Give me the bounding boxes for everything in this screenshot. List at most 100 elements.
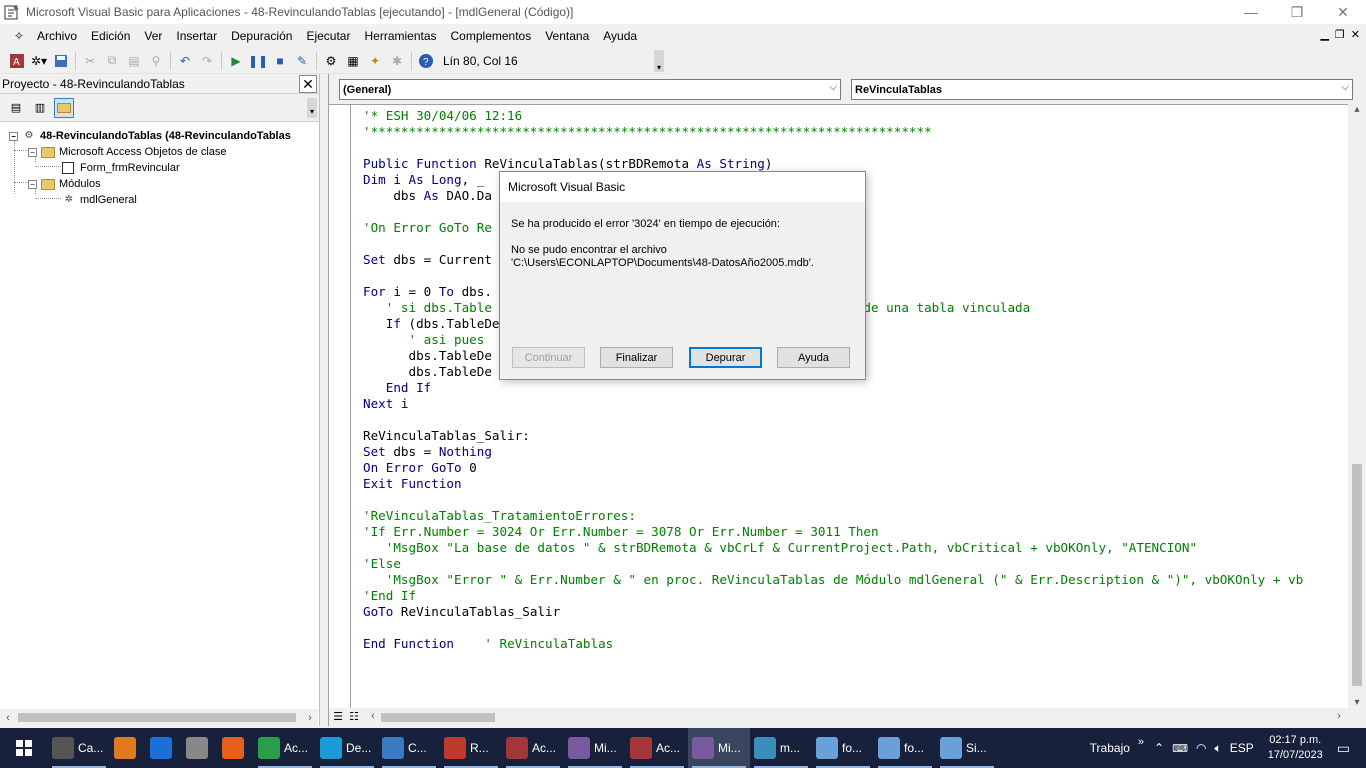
scroll-left-icon[interactable]: ‹ [0, 712, 16, 724]
code-line[interactable]: 'MsgBox "Error " & Err.Number & " en pro… [363, 572, 1303, 588]
menu-ejecutar[interactable]: Ejecutar [299, 29, 357, 43]
menu-complementos[interactable]: Complementos [444, 29, 539, 43]
tree-item-module[interactable]: ✲ mdlGeneral [62, 192, 137, 208]
tree-item-form[interactable]: Form_frmRevincular [62, 160, 180, 176]
taskbar-item[interactable]: Si... [936, 728, 998, 768]
code-line[interactable]: ReVinculaTablas_Salir: [363, 428, 530, 444]
project-close-button[interactable]: ✕ [299, 75, 317, 93]
close-button[interactable]: ✕ [1320, 0, 1366, 24]
vba-menu-icon[interactable]: ✧ [8, 25, 30, 47]
code-margin[interactable] [329, 105, 351, 708]
save-icon[interactable] [50, 50, 72, 72]
mdi-restore-button[interactable]: ❐ [1335, 28, 1345, 41]
full-module-view-icon[interactable]: ☷ [347, 710, 361, 724]
code-hscrollbar[interactable]: ☰ ☷ ‹ › [329, 708, 1366, 726]
code-line[interactable]: 'If Err.Number = 3024 Or Err.Number = 30… [363, 524, 879, 540]
code-line[interactable]: Set dbs = Current [363, 252, 492, 268]
code-line[interactable]: dbs.TableDe [363, 364, 491, 380]
taskbar-item[interactable]: Ac... [626, 728, 688, 768]
code-line[interactable]: GoTo ReVinculaTablas_Salir [363, 604, 560, 620]
taskbar-item[interactable]: De... [316, 728, 378, 768]
volume-icon[interactable]: 🔈︎ [1214, 741, 1221, 756]
mdi-minimize-button[interactable]: ▁ [1320, 28, 1328, 41]
scroll-thumb[interactable] [381, 713, 495, 722]
code-line[interactable]: 'ReVinculaTablas_TratamientoErrores: [363, 508, 636, 524]
code-line[interactable]: Exit Function [363, 476, 462, 492]
code-line[interactable]: End Function ' ReVinculaTablas [363, 636, 613, 652]
project-toolbar-overflow-icon[interactable]: ▾ [307, 98, 317, 118]
code-line[interactable]: 'Else [363, 556, 401, 572]
toolbox-icon[interactable]: ✱ [386, 50, 408, 72]
redo-icon[interactable]: ↷ [196, 50, 218, 72]
paste-icon[interactable]: ▤ [123, 50, 145, 72]
scroll-thumb[interactable] [1352, 464, 1362, 686]
scroll-left-icon[interactable]: ‹ [365, 710, 381, 722]
toolbar-expand-icon[interactable]: » [1138, 736, 1144, 748]
object-browser-icon[interactable]: ✦ [364, 50, 386, 72]
project-explorer-icon[interactable]: ⚙ [320, 50, 342, 72]
procedure-combo[interactable]: ReVinculaTablas ⌵ [851, 79, 1353, 100]
code-line[interactable]: Set dbs = Nothing [363, 444, 492, 460]
code-line[interactable]: ' asi pues [363, 332, 492, 348]
code-line[interactable]: 'End If [363, 588, 416, 604]
view-object-icon[interactable]: ▥ [30, 98, 50, 118]
continue-button[interactable]: Continuar [512, 347, 585, 368]
show-hidden-icons-icon[interactable]: ⌃ [1154, 741, 1164, 755]
scroll-thumb[interactable] [18, 713, 296, 722]
tree-project-root[interactable]: − ⚙ 48-RevinculandoTablas (48-Revinculan… [9, 128, 291, 144]
scroll-right-icon[interactable]: › [302, 712, 318, 724]
taskbar-item[interactable] [110, 728, 146, 768]
help-button[interactable]: Ayuda [777, 347, 850, 368]
debug-button[interactable]: Depurar [689, 347, 762, 368]
code-line[interactable]: On Error GoTo 0 [363, 460, 477, 476]
language-indicator[interactable]: ESP [1230, 741, 1254, 755]
scroll-up-icon[interactable]: ▴ [1348, 104, 1366, 115]
chevron-down-icon[interactable]: ⌵ [1341, 82, 1349, 93]
taskbar-item[interactable]: Ac... [254, 728, 316, 768]
code-line[interactable]: For i = 0 To dbs. [363, 284, 492, 300]
menu-edicion[interactable]: Edición [84, 29, 137, 43]
run-icon[interactable]: ▶ [225, 50, 247, 72]
menu-depuracion[interactable]: Depuración [224, 29, 299, 43]
code-line[interactable]: Dim i As Long, _ [363, 172, 484, 188]
restore-button[interactable]: ❐ [1274, 0, 1320, 24]
end-button[interactable]: Finalizar [600, 347, 673, 368]
taskbar-item[interactable]: Ca... [48, 728, 110, 768]
taskbar-item[interactable] [218, 728, 254, 768]
code-line[interactable]: 'On Error GoTo Re [363, 220, 492, 236]
cut-icon[interactable]: ✂ [79, 50, 101, 72]
object-combo[interactable]: (General) ⌵ [339, 79, 841, 100]
clock[interactable]: 02:17 p.m. 17/07/2023 [1268, 733, 1323, 763]
taskbar-item[interactable]: Ac... [502, 728, 564, 768]
menu-ventana[interactable]: Ventana [538, 29, 596, 43]
taskbar-item[interactable]: Mi... [564, 728, 626, 768]
taskbar-item[interactable] [182, 728, 218, 768]
taskbar-item[interactable]: C... [378, 728, 440, 768]
project-hscrollbar[interactable]: ‹ › [0, 709, 318, 726]
network-icon[interactable]: ◠ [1196, 741, 1206, 755]
code-line[interactable]: '* ESH 30/04/06 12:16 [363, 108, 522, 124]
collapse-icon[interactable]: − [28, 179, 37, 189]
design-mode-icon[interactable]: ✎ [291, 50, 313, 72]
taskbar-item[interactable] [146, 728, 182, 768]
scroll-down-icon[interactable]: ▾ [1348, 697, 1366, 708]
view-code-icon[interactable]: ▤ [6, 98, 26, 118]
access-icon[interactable]: A [6, 50, 28, 72]
menu-insertar[interactable]: Insertar [169, 29, 224, 43]
mdi-close-button[interactable]: ✕ [1351, 28, 1360, 41]
code-line[interactable]: dbs As DAO.Da [363, 188, 492, 204]
insert-icon[interactable]: ✲▾ [28, 50, 50, 72]
menu-archivo[interactable]: Archivo [30, 29, 84, 43]
taskbar-item[interactable]: R... [440, 728, 502, 768]
notifications-icon[interactable]: ▭ [1337, 740, 1350, 757]
workspace-toolbar[interactable]: Trabajo [1090, 741, 1130, 755]
chevron-down-icon[interactable]: ⌵ [829, 82, 837, 93]
minimize-button[interactable]: — [1228, 0, 1274, 24]
taskbar-item[interactable]: m... [750, 728, 812, 768]
tree-folder-modules[interactable]: − Módulos [28, 176, 101, 192]
scroll-right-icon[interactable]: › [1331, 710, 1347, 722]
procedure-view-icon[interactable]: ☰ [331, 710, 345, 724]
menu-ayuda[interactable]: Ayuda [596, 29, 644, 43]
code-line[interactable]: 'MsgBox "La base de datos " & strBDRemot… [363, 540, 1197, 556]
collapse-icon[interactable]: − [28, 147, 37, 157]
